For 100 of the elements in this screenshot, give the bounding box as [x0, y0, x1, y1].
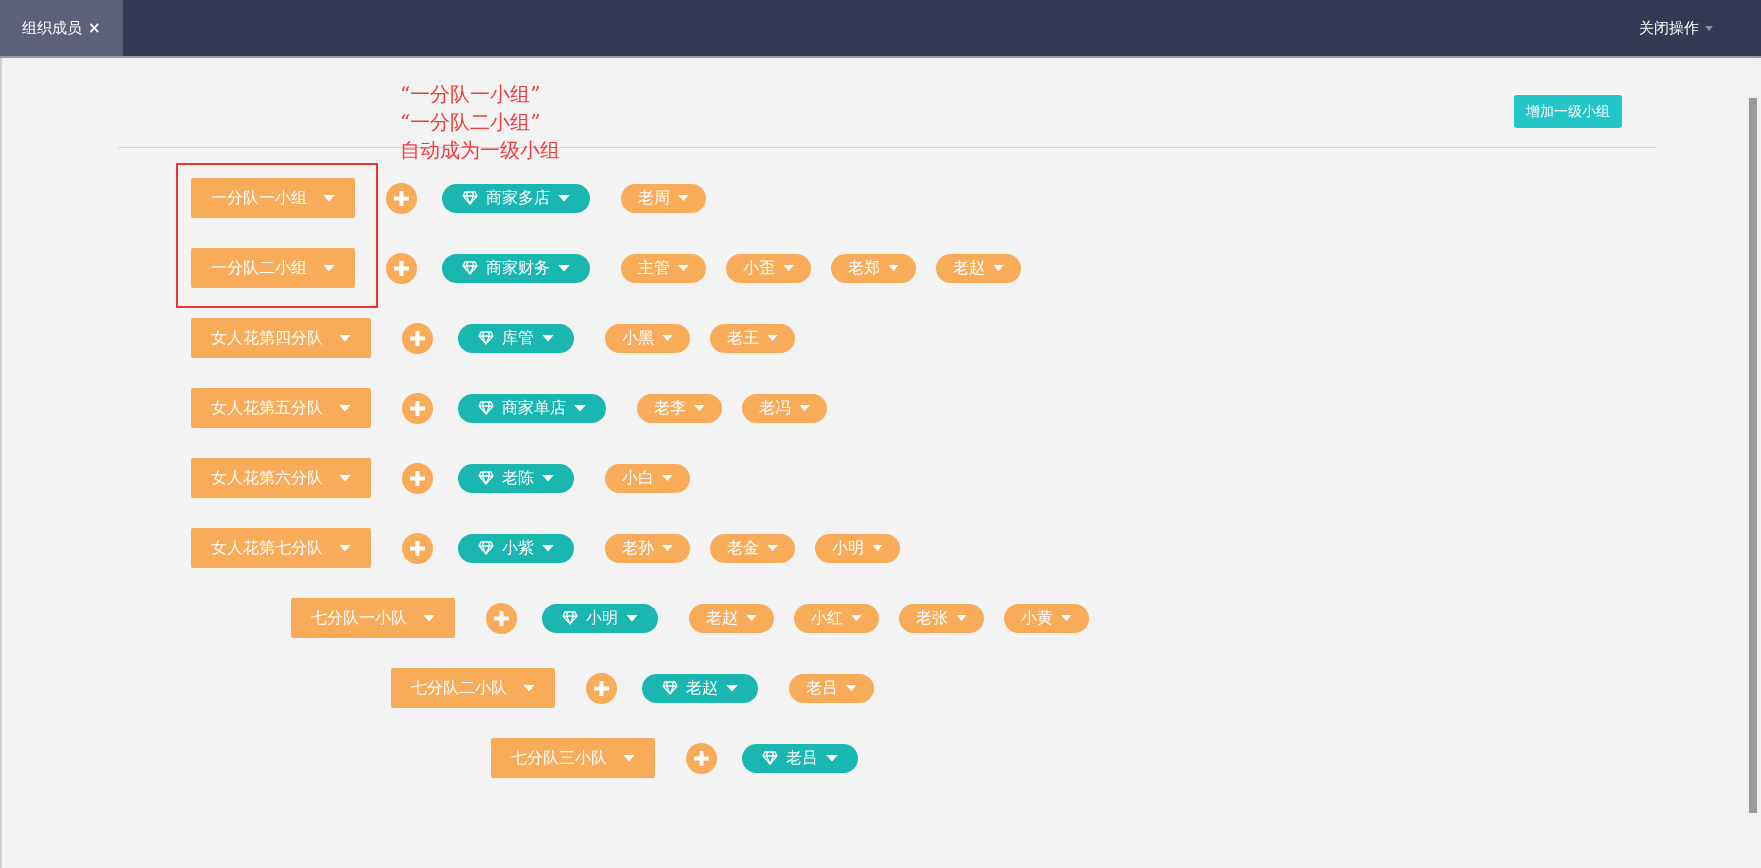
caret-icon — [623, 754, 635, 762]
group-dropdown[interactable]: 一分队一小组 — [191, 178, 355, 218]
member-tag[interactable]: 老赵 — [936, 253, 1021, 283]
diamond-icon — [478, 541, 494, 555]
member-tag[interactable]: 老李 — [637, 393, 722, 423]
caret-icon — [872, 544, 883, 551]
caret-icon — [574, 404, 586, 412]
add-top-group-button[interactable]: 增加一级小组 — [1514, 95, 1622, 128]
leader-tag[interactable]: 老赵 — [642, 673, 758, 703]
add-member-button[interactable] — [386, 252, 417, 284]
add-member-button[interactable] — [402, 462, 433, 494]
tab[interactable]: 组织成员 × — [0, 0, 123, 56]
group-dropdown[interactable]: 一分队二小组 — [191, 248, 355, 288]
leader-tag[interactable]: 小紫 — [458, 533, 574, 563]
caret-icon — [678, 264, 689, 271]
diamond-icon — [462, 261, 478, 275]
caret-icon — [323, 264, 335, 272]
tab-label: 组织成员 — [22, 18, 82, 38]
diamond-icon — [562, 611, 578, 625]
member-tag[interactable]: 老冯 — [742, 393, 827, 423]
plus-icon — [694, 750, 709, 766]
leader-tag[interactable]: 商家财务 — [442, 253, 590, 283]
annotation-text: 自动成为一级小组 — [400, 137, 560, 164]
caret-icon — [767, 544, 778, 551]
caret-icon — [678, 194, 689, 201]
caret-icon — [423, 614, 435, 622]
add-member-button[interactable] — [486, 602, 517, 634]
caret-icon — [339, 334, 351, 342]
member-tag[interactable]: 老张 — [899, 603, 984, 633]
caret-icon — [726, 684, 738, 692]
caret-icon — [558, 264, 570, 272]
plus-icon — [494, 610, 509, 626]
member-tag[interactable]: 主管 — [621, 253, 706, 283]
member-tag[interactable]: 小白 — [605, 463, 690, 493]
add-member-button[interactable] — [402, 322, 433, 354]
leader-tag[interactable]: 老陈 — [458, 463, 574, 493]
caret-icon — [523, 684, 535, 692]
caret-icon — [993, 264, 1004, 271]
member-tag[interactable]: 老赵 — [689, 603, 774, 633]
caret-icon — [662, 544, 673, 551]
caret-icon — [694, 404, 705, 411]
caret-icon — [542, 334, 554, 342]
plus-icon — [394, 260, 409, 276]
caret-icon — [799, 404, 810, 411]
group-dropdown[interactable]: 七分队一小队 — [291, 598, 455, 638]
diamond-icon — [662, 681, 678, 695]
add-member-button[interactable] — [386, 182, 417, 214]
leader-tag[interactable]: 商家单店 — [458, 393, 606, 423]
member-tag[interactable]: 老孙 — [605, 533, 690, 563]
caret-icon — [767, 334, 778, 341]
close-icon[interactable]: × — [88, 19, 101, 37]
plus-icon — [410, 540, 425, 556]
caret-icon — [626, 614, 638, 622]
diamond-icon — [478, 471, 494, 485]
diamond-icon — [478, 331, 494, 345]
group-dropdown[interactable]: 七分队三小队 — [491, 738, 655, 778]
plus-icon — [410, 470, 425, 486]
caret-icon — [542, 474, 554, 482]
member-tag[interactable]: 老郑 — [831, 253, 916, 283]
leader-tag[interactable]: 库管 — [458, 323, 574, 353]
add-member-button[interactable] — [402, 532, 433, 564]
member-tag[interactable]: 老周 — [621, 183, 706, 213]
caret-icon — [339, 474, 351, 482]
caret-icon — [542, 544, 554, 552]
group-dropdown[interactable]: 女人花第四分队 — [191, 318, 371, 358]
add-member-button[interactable] — [686, 742, 717, 774]
leader-tag[interactable]: 老吕 — [742, 743, 858, 773]
diamond-icon — [462, 191, 478, 205]
caret-icon — [662, 334, 673, 341]
member-tag[interactable]: 老金 — [710, 533, 795, 563]
member-tag[interactable]: 小黑 — [605, 323, 690, 353]
caret-icon — [846, 684, 857, 691]
annotation-text: “一分队一小组” — [400, 81, 542, 108]
member-tag[interactable]: 小明 — [815, 533, 900, 563]
caret-icon — [783, 264, 794, 271]
member-tag[interactable]: 老王 — [710, 323, 795, 353]
caret-icon — [323, 194, 335, 202]
diamond-icon — [762, 751, 778, 765]
caret-icon — [662, 474, 673, 481]
member-tag[interactable]: 小红 — [794, 603, 879, 633]
add-member-button[interactable] — [402, 392, 433, 424]
group-dropdown[interactable]: 七分队二小队 — [391, 668, 555, 708]
caret-icon — [888, 264, 899, 271]
scrollbar-thumb[interactable] — [1749, 98, 1757, 813]
member-tag[interactable]: 老吕 — [789, 673, 874, 703]
member-tag[interactable]: 小歪 — [726, 253, 811, 283]
caret-icon — [746, 614, 757, 621]
add-member-button[interactable] — [586, 672, 617, 704]
caret-icon — [339, 404, 351, 412]
group-dropdown[interactable]: 女人花第五分队 — [191, 388, 371, 428]
leader-tag[interactable]: 商家多店 — [442, 183, 590, 213]
plus-icon — [594, 680, 609, 696]
annotation-text: “一分队二小组” — [400, 109, 542, 136]
close-operations-menu[interactable]: 关闭操作 — [1633, 0, 1719, 56]
caret-icon — [826, 754, 838, 762]
group-dropdown[interactable]: 女人花第六分队 — [191, 458, 371, 498]
group-dropdown[interactable]: 女人花第七分队 — [191, 528, 371, 568]
leader-tag[interactable]: 小明 — [542, 603, 658, 633]
member-tag[interactable]: 小黄 — [1004, 603, 1089, 633]
diamond-icon — [478, 401, 494, 415]
